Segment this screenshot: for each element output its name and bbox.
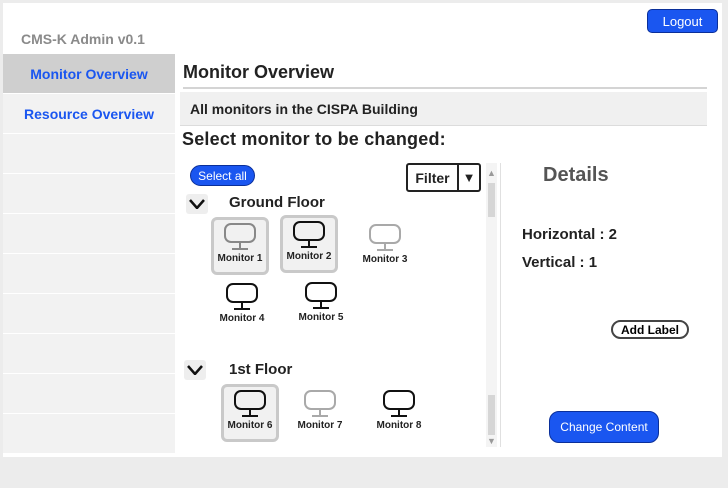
details-title: Details (543, 164, 609, 186)
sidebar-item-monitor-overview[interactable]: Monitor Overview (3, 54, 175, 94)
monitor-icon (226, 283, 258, 310)
app-brand: CMS-K Admin v0.1 (21, 31, 145, 47)
sidebar-empty-row (3, 414, 175, 454)
detail-horizontal: Horizontal : 2 (522, 226, 618, 243)
select-all-button[interactable]: Select all (190, 165, 255, 186)
monitor-list-scrollbar[interactable]: ▲ ▼ (486, 163, 497, 447)
monitor-1-card[interactable]: Monitor 1 (211, 217, 269, 275)
change-content-button[interactable]: Change Content (549, 411, 659, 443)
page-title: Monitor Overview (183, 62, 707, 89)
monitor-label: Monitor 1 (217, 253, 263, 264)
sidebar-empty-row (3, 294, 175, 334)
monitor-6-card[interactable]: Monitor 6 (221, 384, 279, 442)
monitor-8-card[interactable]: Monitor 8 (370, 385, 428, 443)
scrollbar-track-segment (488, 395, 495, 435)
monitor-icon (224, 223, 256, 250)
panel-divider (500, 163, 501, 447)
monitor-5-card[interactable]: Monitor 5 (292, 277, 350, 335)
filter-dropdown[interactable]: Filter ▼ (406, 163, 481, 192)
monitor-label: Monitor 6 (227, 420, 273, 431)
floor-title-ground: Ground Floor (229, 194, 325, 211)
scroll-down-icon[interactable]: ▼ (486, 435, 497, 447)
sidebar-empty-row (3, 334, 175, 374)
sidebar-empty-row (3, 134, 175, 174)
scrollbar-thumb[interactable] (488, 183, 495, 217)
sidebar-empty-row (3, 214, 175, 254)
sidebar-empty-row (3, 254, 175, 294)
select-prompt: Select monitor to be changed: (182, 129, 446, 149)
monitor-label: Monitor 5 (298, 312, 344, 323)
building-banner: All monitors in the CISPA Building (180, 92, 707, 126)
monitor-icon (234, 390, 266, 417)
monitor-label: Monitor 8 (376, 420, 422, 431)
dropdown-arrow-icon: ▼ (457, 165, 479, 190)
sidebar-empty-row (3, 174, 175, 214)
monitor-icon (369, 224, 401, 251)
monitor-3-card[interactable]: Monitor 3 (356, 219, 414, 277)
monitor-icon (383, 390, 415, 417)
monitor-icon (305, 282, 337, 309)
monitor-label: Monitor 3 (362, 254, 408, 265)
monitor-icon (304, 390, 336, 417)
monitor-7-card[interactable]: Monitor 7 (291, 385, 349, 443)
monitor-4-card[interactable]: Monitor 4 (213, 278, 271, 336)
chevron-down-icon[interactable] (186, 194, 208, 214)
add-label-button[interactable]: Add Label (611, 320, 689, 339)
sidebar-item-resource-overview[interactable]: Resource Overview (3, 94, 175, 134)
sidebar: Monitor Overview Resource Overview (3, 54, 175, 454)
monitor-label: Monitor 7 (297, 420, 343, 431)
filter-label: Filter (415, 169, 450, 186)
scroll-up-icon[interactable]: ▲ (486, 167, 497, 179)
detail-vertical: Vertical : 1 (522, 254, 598, 271)
monitor-icon (293, 221, 325, 248)
monitor-2-card[interactable]: Monitor 2 (280, 215, 338, 273)
monitor-label: Monitor 4 (219, 313, 265, 324)
chevron-down-icon[interactable] (184, 360, 206, 380)
monitor-label: Monitor 2 (286, 251, 332, 262)
sidebar-empty-row (3, 374, 175, 414)
floor-title-1st: 1st Floor (229, 361, 293, 378)
logout-button[interactable]: Logout (647, 9, 718, 33)
